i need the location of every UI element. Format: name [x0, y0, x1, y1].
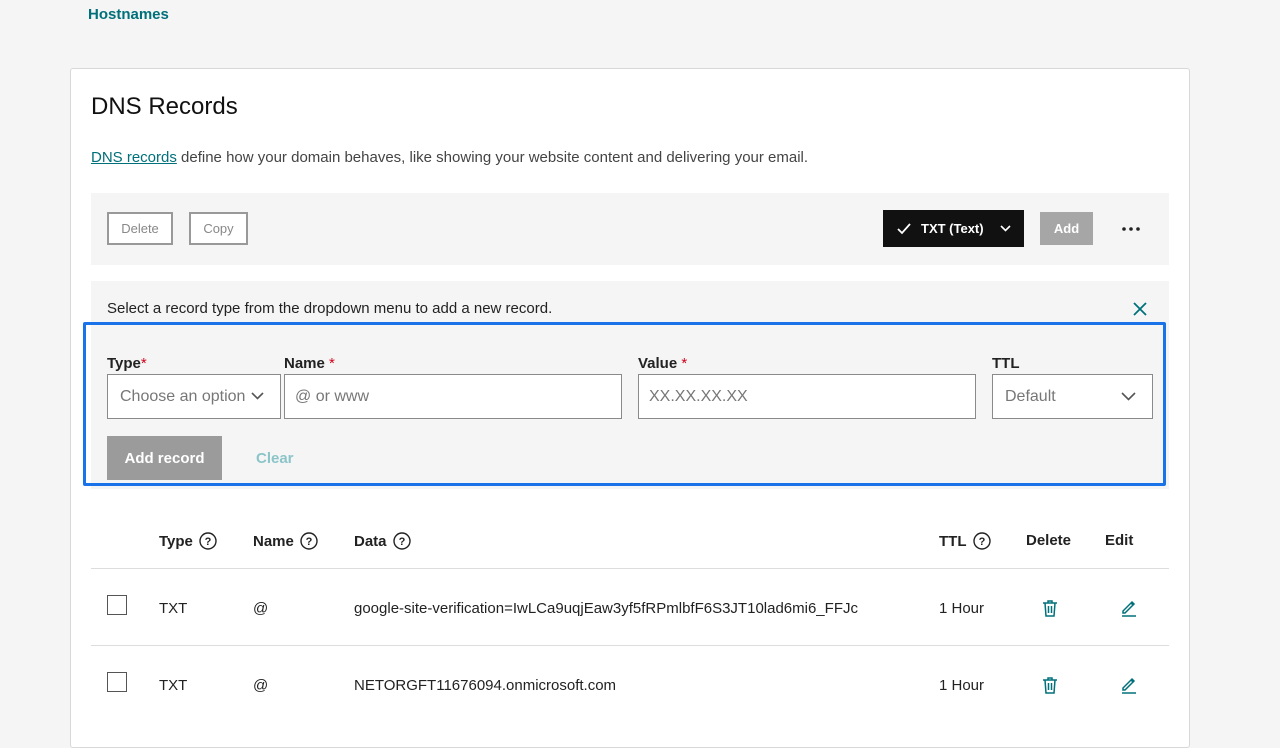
delete-button[interactable]: Delete — [107, 212, 173, 245]
record-type-label: TXT (Text) — [921, 221, 984, 236]
table-divider — [91, 645, 1169, 646]
copy-button[interactable]: Copy — [189, 212, 248, 245]
chevron-down-icon — [251, 392, 264, 400]
ttl-select-value: Default — [1005, 387, 1056, 405]
value-label: Value * — [638, 355, 687, 372]
add-button[interactable]: Add — [1040, 212, 1093, 245]
name-label: Name * — [284, 355, 335, 372]
column-header-data-label: Data — [354, 532, 387, 550]
value-input[interactable]: XX.XX.XX.XX — [638, 374, 976, 419]
required-mark: * — [140, 355, 147, 372]
type-select-placeholder: Choose an option — [120, 387, 246, 405]
column-header-edit: Edit — [1105, 532, 1134, 549]
more-options-icon[interactable] — [1119, 214, 1143, 244]
row-ttl: 1 Hour — [939, 677, 985, 694]
add-record-instructions: Select a record type from the dropdown m… — [107, 300, 553, 317]
name-label-text: Name — [284, 355, 325, 372]
row-type: TXT — [159, 677, 188, 694]
value-input-placeholder: XX.XX.XX.XX — [649, 387, 748, 405]
row-name: @ — [253, 677, 269, 694]
svg-text:?: ? — [978, 536, 985, 548]
name-input-placeholder: @ or www — [295, 387, 370, 405]
help-icon[interactable]: ? — [392, 532, 411, 550]
trash-icon[interactable] — [1040, 598, 1060, 618]
records-toolbar: Delete Copy TXT (Text) Add — [91, 193, 1169, 265]
type-select[interactable]: Choose an option — [107, 374, 281, 419]
column-header-ttl-label: TTL — [939, 532, 967, 550]
edit-pencil-icon[interactable] — [1119, 674, 1139, 694]
add-record-form: Type* Name * Value * TTL Choose an optio… — [83, 322, 1166, 486]
column-header-type-label: Type — [159, 532, 193, 550]
help-icon[interactable]: ? — [199, 532, 217, 550]
close-icon[interactable] — [1132, 301, 1148, 317]
dns-description-text: define how your domain behaves, like sho… — [176, 149, 809, 166]
row-name: @ — [253, 600, 269, 617]
column-header-data: Data? — [354, 532, 411, 550]
type-label: Type* — [107, 355, 147, 372]
table-divider — [91, 568, 1169, 569]
hostnames-link[interactable]: Hostnames — [88, 6, 169, 23]
column-header-name: Name? — [253, 532, 318, 550]
help-icon[interactable]: ? — [972, 532, 991, 550]
row-data: NETORGFT11676094.onmicrosoft.com — [354, 677, 617, 694]
svg-text:?: ? — [305, 536, 312, 548]
dns-records-link[interactable]: DNS records — [91, 149, 177, 166]
column-header-name-label: Name — [253, 532, 294, 550]
column-header-ttl: TTL? — [939, 532, 991, 550]
svg-text:?: ? — [398, 536, 405, 548]
dns-description: DNS records define how your domain behav… — [91, 149, 808, 166]
row-data: google-site-verification=IwLCa9uqjEaw3yf… — [354, 600, 858, 617]
chevron-down-icon — [1121, 392, 1136, 401]
row-ttl: 1 Hour — [939, 600, 985, 617]
edit-pencil-icon[interactable] — [1119, 597, 1139, 617]
name-input[interactable]: @ or www — [284, 374, 622, 419]
row-checkbox[interactable] — [107, 672, 127, 692]
row-checkbox[interactable] — [107, 595, 127, 615]
trash-icon[interactable] — [1040, 675, 1060, 695]
ttl-label: TTL — [992, 355, 1020, 372]
add-record-button[interactable]: Add record — [107, 436, 222, 480]
column-header-type: Type? — [159, 532, 217, 550]
check-icon — [897, 222, 911, 234]
svg-text:?: ? — [205, 536, 212, 548]
column-header-delete: Delete — [1026, 532, 1072, 549]
clear-button[interactable]: Clear — [256, 450, 294, 467]
required-mark: * — [329, 355, 335, 372]
required-mark: * — [681, 355, 688, 372]
record-type-dropdown[interactable]: TXT (Text) — [883, 210, 1024, 247]
row-type: TXT — [159, 600, 188, 617]
page-title: DNS Records — [91, 93, 238, 120]
help-icon[interactable]: ? — [300, 532, 318, 550]
ttl-select[interactable]: Default — [992, 374, 1153, 419]
chevron-down-icon — [1000, 225, 1011, 232]
value-label-text: Value — [638, 355, 678, 372]
type-label-text: Type — [107, 355, 141, 372]
